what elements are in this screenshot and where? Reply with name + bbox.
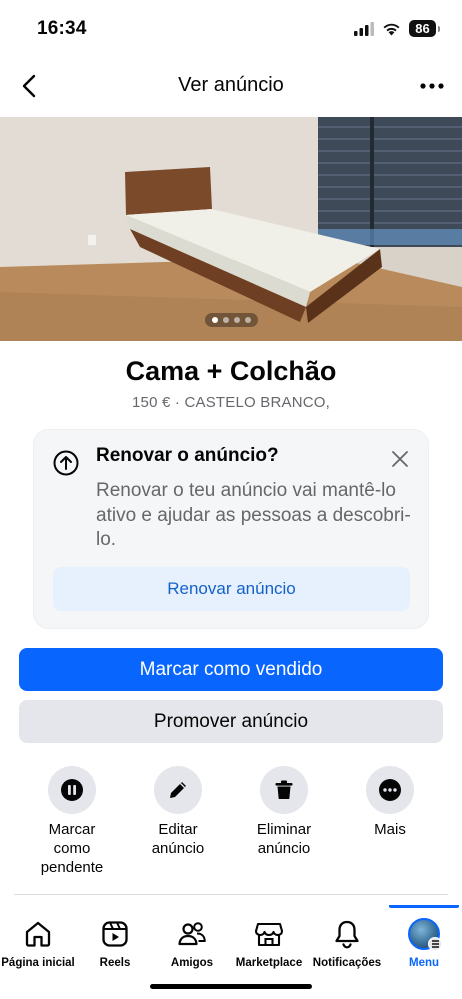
tab-friends[interactable]: Amigos bbox=[158, 905, 226, 975]
ellipsis-icon bbox=[420, 83, 444, 89]
mark-pending-label: Marcar como pendente bbox=[40, 821, 104, 876]
bell-icon bbox=[331, 918, 363, 950]
nav-bar: Ver anúncio bbox=[0, 62, 462, 112]
renew-card-text: Renovar o teu anúncio vai mantê-lo ativo… bbox=[96, 480, 411, 550]
pagination-dot[interactable] bbox=[211, 317, 218, 323]
tab-notifications-label: Notificações bbox=[312, 957, 382, 969]
more-options-button[interactable] bbox=[416, 74, 448, 98]
signal-icon bbox=[354, 21, 374, 36]
status-icons: 86 bbox=[354, 20, 440, 37]
home-indicator bbox=[150, 984, 312, 989]
edit-listing-label: Editar anúncio bbox=[151, 821, 205, 857]
pencil-icon bbox=[170, 782, 186, 798]
tab-notifications[interactable]: Notificações bbox=[310, 905, 384, 975]
renew-listing-card: Renovar o anúncio? Renovar o teu anúncio… bbox=[33, 429, 429, 629]
promote-listing-button[interactable]: Promover anúncio bbox=[19, 700, 443, 743]
edit-listing-button[interactable]: Editar anúncio bbox=[128, 766, 228, 858]
tab-menu-label: Menu bbox=[408, 957, 440, 969]
delete-listing-circle bbox=[260, 766, 308, 814]
trash-icon bbox=[275, 780, 293, 799]
listing-title: Cama + Colchão bbox=[125, 356, 337, 386]
menu-icon bbox=[428, 937, 442, 951]
page-title: Ver anúncio bbox=[178, 74, 284, 96]
arrow-up-circle-icon bbox=[53, 450, 79, 476]
pagination-dot[interactable] bbox=[244, 317, 251, 323]
tab-menu[interactable]: Menu bbox=[392, 905, 456, 975]
edit-listing-circle bbox=[154, 766, 202, 814]
pagination-dot[interactable] bbox=[233, 317, 240, 323]
listing-photo[interactable] bbox=[0, 117, 462, 341]
more-icon bbox=[379, 779, 401, 801]
pagination-dot[interactable] bbox=[222, 317, 229, 323]
mark-pending-circle bbox=[48, 766, 96, 814]
more-actions-button[interactable]: Mais bbox=[340, 766, 440, 839]
status-bar: 16:34 86 bbox=[0, 0, 462, 58]
pause-icon bbox=[61, 779, 83, 801]
mark-pending-button[interactable]: Marcar como pendente bbox=[22, 766, 122, 877]
marketplace-icon bbox=[253, 918, 285, 950]
listing-actions: Marcar como pendente Editar anúncio Elim… bbox=[0, 766, 462, 886]
tab-home[interactable]: Página inicial bbox=[0, 905, 76, 975]
battery-indicator: 86 bbox=[409, 20, 440, 37]
home-icon bbox=[22, 918, 54, 950]
reels-icon bbox=[99, 918, 131, 950]
bed-photo-image bbox=[0, 117, 462, 341]
delete-listing-button[interactable]: Eliminar anúncio bbox=[234, 766, 334, 858]
tab-marketplace-label: Marketplace bbox=[235, 957, 303, 969]
mark-as-sold-button[interactable]: Marcar como vendido bbox=[19, 648, 443, 691]
renew-listing-button[interactable]: Renovar anúncio bbox=[53, 567, 410, 611]
bottom-tab-bar: Página inicial Reels Amigos Marketplace … bbox=[0, 905, 462, 975]
menu-avatar-wrap bbox=[408, 918, 442, 951]
tab-home-label: Página inicial bbox=[1, 957, 75, 969]
listing-price-location: 150 € · CASTELO BRANCO, bbox=[132, 394, 330, 411]
renew-card-title: Renovar o anúncio? bbox=[96, 445, 279, 466]
divider bbox=[14, 894, 448, 895]
photo-pagination bbox=[0, 313, 462, 327]
friends-icon bbox=[176, 918, 208, 950]
more-actions-circle bbox=[366, 766, 414, 814]
tab-reels[interactable]: Reels bbox=[82, 905, 148, 975]
delete-listing-label: Eliminar anúncio bbox=[256, 821, 312, 857]
close-icon[interactable] bbox=[390, 449, 410, 469]
wifi-icon bbox=[383, 23, 400, 35]
status-time: 16:34 bbox=[37, 18, 87, 39]
photo-pagination-dots bbox=[204, 313, 258, 327]
tab-friends-label: Amigos bbox=[170, 957, 214, 969]
tab-reels-label: Reels bbox=[99, 957, 131, 969]
tab-marketplace[interactable]: Marketplace bbox=[232, 905, 306, 975]
avatar bbox=[408, 918, 442, 951]
more-actions-label: Mais bbox=[374, 821, 406, 838]
